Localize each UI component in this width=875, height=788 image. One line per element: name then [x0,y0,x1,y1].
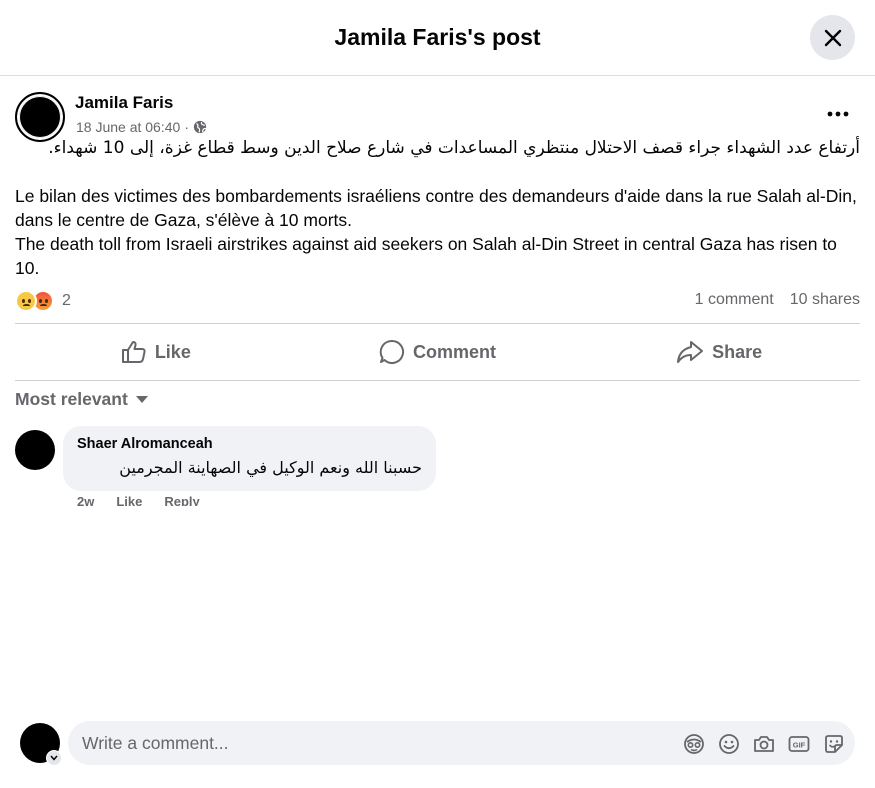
author-avatar[interactable] [15,92,65,142]
reactions-summary[interactable]: 2 [15,290,71,312]
close-icon [824,29,841,46]
svg-text:GIF: GIF [792,740,805,749]
comment-composer: GIF [20,720,860,766]
comment-label: Comment [413,341,497,362]
comment-like-button[interactable]: Like [116,494,142,506]
share-arrow-icon [677,341,704,363]
comment-bubble: Shaer Alromanceah حسبنا الله ونعم الوكيل… [63,426,436,491]
share-label: Share [712,341,763,362]
close-button[interactable] [810,15,855,60]
comment-input[interactable] [82,721,662,765]
post-timestamp[interactable]: 18 June at 06:40 [76,119,180,135]
comment-reply-button[interactable]: Reply [164,494,199,506]
like-label: Like [154,341,191,362]
caret-down-icon [135,395,148,403]
more-dots-icon [827,111,849,117]
composer-toolbar: GIF [682,732,845,755]
sticker-icon[interactable] [822,732,845,755]
chevron-down-icon [50,755,58,761]
emoji-icon[interactable] [717,732,740,755]
share-count[interactable]: 10 shares [790,291,860,309]
globe-icon [193,120,207,134]
modal-header: Jamila Faris's post [0,0,875,76]
post-meta: 18 June at 06:40 · [76,119,207,135]
author-name[interactable]: Jamila Faris [75,93,173,113]
gif-icon[interactable]: GIF [787,732,810,755]
comment-sort-dropdown[interactable]: Most relevant [15,389,148,410]
comment-button[interactable]: Comment [297,324,579,380]
engagement-stats: 2 1 comment 10 shares [15,288,860,316]
post-text-arabic: أرتفاع عدد الشهداء جراء قصف الاحتلال منت… [48,138,860,158]
post-text-french: Le bilan des victimes des bombardements … [15,186,857,230]
avatar-sticker-icon[interactable] [682,732,705,755]
comment-count[interactable]: 1 comment [695,291,774,309]
post-header: Jamila Faris 18 June at 06:40 · [15,92,860,142]
modal-title: Jamila Faris's post [334,24,541,50]
camera-icon[interactable] [752,732,775,755]
action-bar: Like Comment Share [15,323,860,381]
post-options-button[interactable] [826,102,850,126]
comment-input-box: GIF [68,721,855,765]
like-button[interactable]: Like [15,324,297,380]
meta-separator: · [184,119,189,135]
right-stats: 1 comment 10 shares [695,291,860,309]
post-body: أرتفاع عدد الشهداء جراء قصف الاحتلال منت… [15,136,860,280]
profile-switch-button[interactable] [46,750,62,766]
sad-reaction-icon [15,290,37,312]
reaction-count: 2 [62,292,71,309]
post-text-english: The death toll from Israeli airstrikes a… [15,234,837,278]
comment-meta: 2w Like Reply [77,494,200,506]
comment-text: حسبنا الله ونعم الوكيل في الصهاينة المجر… [119,458,422,477]
thumbs-up-icon [121,341,146,363]
sort-label: Most relevant [15,389,128,409]
comment-age[interactable]: 2w [77,494,94,506]
share-button[interactable]: Share [578,324,860,380]
commenter-name[interactable]: Shaer Alromanceah [77,436,422,452]
comment-bubble-icon [379,339,404,364]
commenter-avatar[interactable] [15,430,55,470]
